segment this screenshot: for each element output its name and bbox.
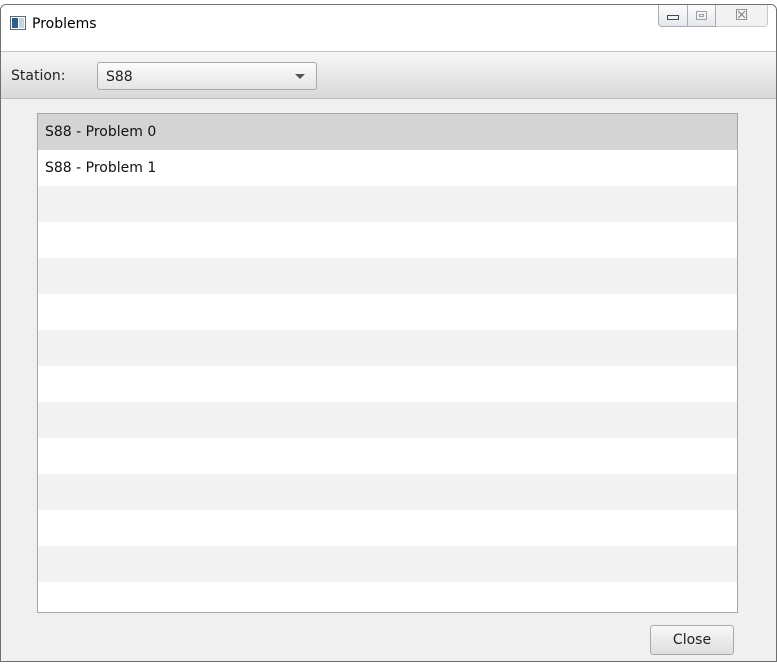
list-empty-row — [38, 438, 737, 474]
list-item[interactable]: S88 - Problem 0 — [38, 114, 737, 150]
list-empty-row — [38, 330, 737, 366]
problem-list[interactable]: S88 - Problem 0 S88 - Problem 1 — [37, 113, 738, 613]
list-empty-row — [38, 474, 737, 510]
station-select[interactable]: S88 — [97, 62, 317, 90]
caption-buttons: ☒ — [658, 5, 768, 27]
app-icon — [10, 16, 26, 30]
station-select-value: S88 — [106, 69, 133, 85]
list-empty-row — [38, 366, 737, 402]
station-toolbar: Station: S88 — [1, 51, 776, 99]
list-item-label: S88 - Problem 1 — [45, 160, 157, 176]
list-item[interactable]: S88 - Problem 1 — [38, 150, 737, 186]
list-empty-row — [38, 546, 737, 582]
list-empty-row — [38, 402, 737, 438]
list-empty-row — [38, 258, 737, 294]
station-label: Station: — [11, 68, 66, 84]
close-icon: ☒ — [734, 6, 749, 24]
list-item-label: S88 - Problem 0 — [45, 124, 157, 140]
problems-window: Problems ☒ Station: S88 S88 - Problem 0S… — [0, 4, 777, 662]
list-empty-row — [38, 294, 737, 330]
minimize-icon — [667, 15, 679, 20]
maximize-icon — [696, 11, 707, 20]
title-bar[interactable]: Problems ☒ — [1, 5, 776, 51]
close-window-button[interactable]: ☒ — [716, 5, 768, 27]
minimize-button[interactable] — [658, 5, 688, 27]
list-empty-row — [38, 186, 737, 222]
list-empty-row — [38, 222, 737, 258]
maximize-button[interactable] — [688, 5, 716, 27]
close-button[interactable]: Close — [650, 625, 734, 655]
chevron-down-icon — [295, 74, 305, 79]
list-empty-row — [38, 510, 737, 546]
window-title: Problems — [32, 16, 97, 32]
